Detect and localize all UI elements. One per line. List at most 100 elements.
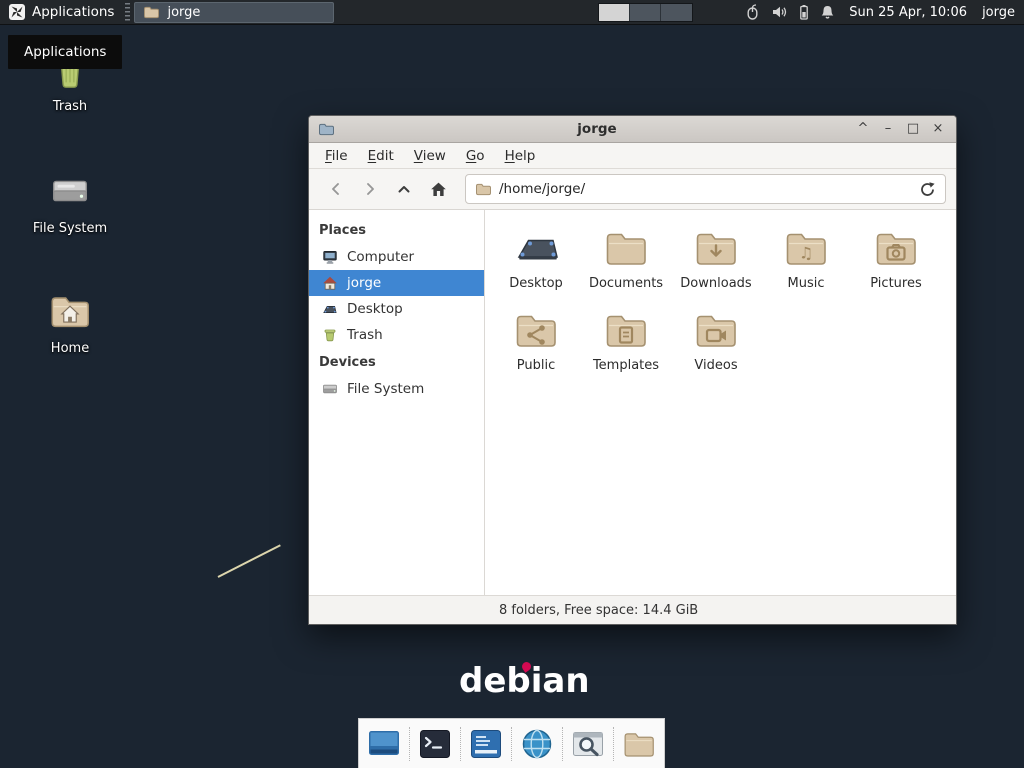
folder-public[interactable]: Public (491, 306, 581, 374)
folder-label: Desktop (509, 277, 563, 292)
dock-separator (511, 727, 512, 761)
taskbar-button-jorge[interactable]: jorge (134, 2, 334, 23)
folder-pictures-icon (872, 224, 920, 272)
menubar: File Edit View Go Help (309, 143, 956, 169)
minimize-button[interactable]: – (879, 120, 897, 138)
folder-icon (475, 181, 491, 197)
stray-line (218, 544, 281, 578)
reload-button[interactable] (919, 181, 936, 198)
sidebar-item-file-system[interactable]: File System (309, 376, 484, 402)
menu-go[interactable]: Go (456, 144, 495, 168)
desktop-icon-label: Home (51, 341, 89, 356)
titlebar[interactable]: jorge ^ – □ × (309, 116, 956, 143)
show-desktop-button[interactable] (362, 722, 406, 766)
folder-pictures[interactable]: Pictures (851, 224, 941, 292)
shade-button[interactable]: ^ (854, 120, 872, 138)
sidebar-item-computer[interactable]: Computer (309, 244, 484, 270)
folder-downloads[interactable]: Downloads (671, 224, 761, 292)
dock-separator (562, 727, 563, 761)
home-folder-icon (47, 288, 93, 334)
maximize-button[interactable]: □ (904, 120, 922, 138)
file-manager-button[interactable] (617, 722, 661, 766)
folder-documents[interactable]: Documents (581, 224, 671, 292)
web-browser-icon (519, 726, 555, 762)
dock-separator (613, 727, 614, 761)
folder-label: Public (517, 359, 555, 374)
application-finder-button[interactable] (566, 722, 610, 766)
system-tray (745, 4, 835, 20)
applications-menu-button[interactable]: Applications (0, 0, 123, 24)
sidebar-item-label: Trash (347, 327, 383, 343)
sidebar-item-label: jorge (347, 275, 381, 291)
session-user-label[interactable]: jorge (982, 5, 1015, 20)
terminal-button[interactable] (413, 722, 457, 766)
workspace-2[interactable] (630, 4, 661, 21)
sidebar: Places Computer (309, 210, 485, 595)
sidebar-item-desktop[interactable]: Desktop (309, 296, 484, 322)
folder-music-icon: ♫ (782, 224, 830, 272)
folder-icon (143, 4, 159, 20)
folder-label: Downloads (680, 277, 751, 292)
menu-view[interactable]: View (404, 144, 456, 168)
top-panel: Applications jorge (0, 0, 1024, 25)
file-manager-icon (621, 726, 657, 762)
folder-templates-icon (602, 306, 650, 354)
sidebar-heading-places: Places (309, 216, 484, 244)
desktop-icon (322, 301, 338, 317)
file-manager-window: jorge ^ – □ × File Edit View Go Help (308, 115, 957, 625)
sidebar-item-jorge[interactable]: jorge (309, 270, 484, 296)
desktop-icon-file-system[interactable]: File System (22, 168, 118, 236)
notification-bell-icon[interactable] (820, 4, 835, 20)
folder-videos-icon (692, 306, 740, 354)
mouse-device-icon[interactable] (745, 4, 760, 20)
workspace-1[interactable] (599, 4, 630, 21)
applications-tooltip: Applications (8, 35, 122, 69)
terminal-icon (417, 726, 453, 762)
debian-logo: debian (459, 661, 590, 701)
user-desktop-icon (512, 224, 560, 272)
battery-icon[interactable] (799, 4, 809, 20)
folder-label: Pictures (870, 277, 921, 292)
menu-file[interactable]: File (315, 144, 358, 168)
taskbar-button-label: jorge (167, 5, 200, 20)
folder-label: Templates (593, 359, 659, 374)
applications-menu-label: Applications (32, 4, 114, 20)
desktop-icon-home[interactable]: Home (22, 288, 118, 356)
forward-button[interactable] (353, 174, 387, 204)
back-button[interactable] (319, 174, 353, 204)
home-button[interactable] (421, 174, 455, 204)
workspace-3[interactable] (661, 4, 692, 21)
menu-help[interactable]: Help (495, 144, 546, 168)
folder-templates[interactable]: Templates (581, 306, 671, 374)
sidebar-item-trash[interactable]: Trash (309, 322, 484, 348)
close-button[interactable]: × (929, 120, 947, 138)
workspace-switcher[interactable] (598, 3, 693, 22)
drive-icon (47, 168, 93, 214)
text-terminal-button[interactable] (464, 722, 508, 766)
drive-icon (322, 381, 338, 397)
location-bar[interactable]: /home/jorge/ (465, 174, 946, 204)
dock-separator (460, 727, 461, 761)
folder-desktop[interactable]: Desktop (491, 224, 581, 292)
folder-music[interactable]: ♫ Music (761, 224, 851, 292)
clock[interactable]: Sun 25 Apr, 10:06 (849, 5, 967, 20)
xfce-logo-icon (9, 4, 25, 20)
sidebar-item-label: File System (347, 381, 424, 397)
file-list[interactable]: Desktop Documents Downloads (485, 210, 956, 595)
statusbar-text: 8 folders, Free space: 14.4 GiB (499, 603, 698, 618)
desktop-icon-label: Trash (53, 99, 87, 114)
dock-separator (409, 727, 410, 761)
folder-label: Music (788, 277, 825, 292)
web-browser-button[interactable] (515, 722, 559, 766)
sidebar-item-label: Computer (347, 249, 414, 265)
folder-videos[interactable]: Videos (671, 306, 761, 374)
folder-download-icon (692, 224, 740, 272)
application-finder-icon (570, 726, 606, 762)
sidebar-heading-devices: Devices (309, 348, 484, 376)
volume-icon[interactable] (771, 4, 788, 20)
location-input[interactable]: /home/jorge/ (499, 181, 911, 197)
menu-edit[interactable]: Edit (358, 144, 404, 168)
up-button[interactable] (387, 174, 421, 204)
folder-public-icon (512, 306, 560, 354)
panel-grip (125, 3, 130, 21)
